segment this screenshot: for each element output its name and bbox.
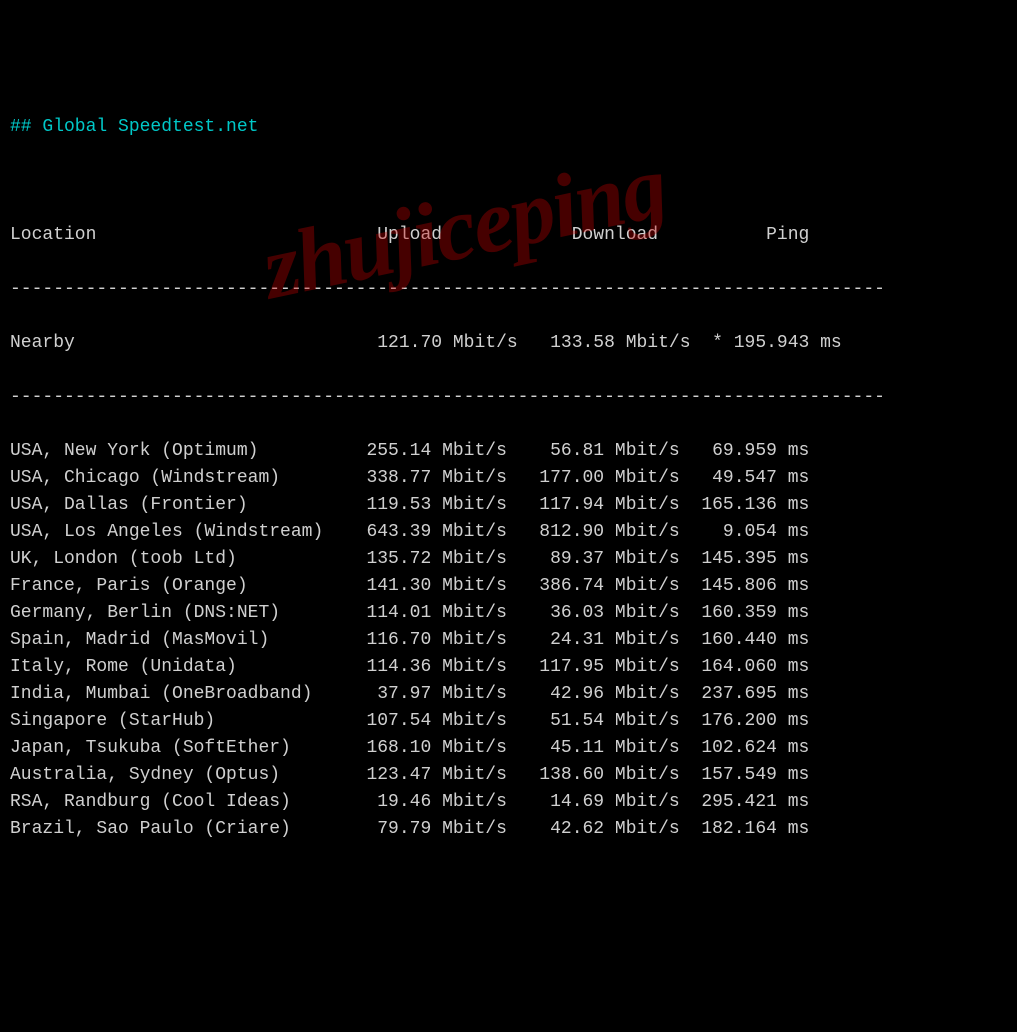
table-row: RSA, Randburg (Cool Ideas) 19.46 Mbit/s … — [10, 789, 1007, 816]
table-row: USA, Chicago (Windstream) 338.77 Mbit/s … — [10, 465, 1007, 492]
table-row: UK, London (toob Ltd) 135.72 Mbit/s 89.3… — [10, 546, 1007, 573]
table-row: USA, New York (Optimum) 255.14 Mbit/s 56… — [10, 438, 1007, 465]
table-row: Germany, Berlin (DNS:NET) 114.01 Mbit/s … — [10, 600, 1007, 627]
table-row: USA, Los Angeles (Windstream) 643.39 Mbi… — [10, 519, 1007, 546]
table-row: Singapore (StarHub) 107.54 Mbit/s 51.54 … — [10, 708, 1007, 735]
table-row: Spain, Madrid (MasMovil) 116.70 Mbit/s 2… — [10, 627, 1007, 654]
table-row: Brazil, Sao Paulo (Criare) 79.79 Mbit/s … — [10, 816, 1007, 843]
divider: ----------------------------------------… — [10, 384, 1007, 411]
table-row: Australia, Sydney (Optus) 123.47 Mbit/s … — [10, 762, 1007, 789]
table-header: Location Upload Download Ping — [10, 222, 1007, 249]
section-title: ## Global Speedtest.net — [10, 114, 1007, 141]
nearby-row: Nearby 121.70 Mbit/s 133.58 Mbit/s * 195… — [10, 330, 1007, 357]
blank-line — [10, 168, 1007, 195]
table-row: Italy, Rome (Unidata) 114.36 Mbit/s 117.… — [10, 654, 1007, 681]
table-row: India, Mumbai (OneBroadband) 37.97 Mbit/… — [10, 681, 1007, 708]
divider: ----------------------------------------… — [10, 276, 1007, 303]
table-row: USA, Dallas (Frontier) 119.53 Mbit/s 117… — [10, 492, 1007, 519]
table-row: Japan, Tsukuba (SoftEther) 168.10 Mbit/s… — [10, 735, 1007, 762]
